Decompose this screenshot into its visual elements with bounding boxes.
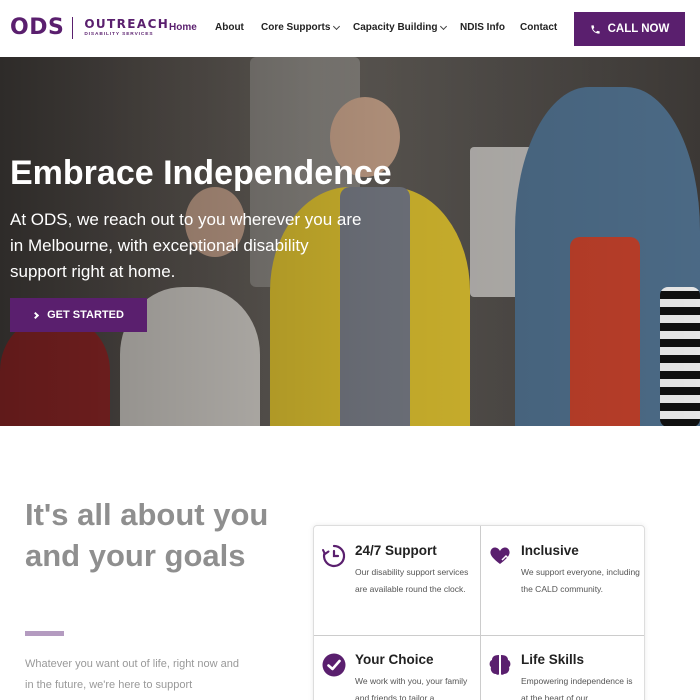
nav-item-label: Capacity Building bbox=[353, 22, 438, 33]
clock-icon bbox=[322, 544, 346, 568]
feature-text: We work with you, your family and friend… bbox=[355, 676, 468, 700]
chevron-right-icon bbox=[32, 311, 40, 319]
logo[interactable]: ODS OUTREACH DISABILITY SERVICES bbox=[10, 15, 169, 40]
get-started-button[interactable]: GET STARTED bbox=[10, 298, 147, 332]
feature-title: 24/7 Support bbox=[355, 543, 437, 558]
feature-text: Empowering independence is at the heart … bbox=[521, 676, 633, 700]
features-grid: 24/7 Support Our disability support serv… bbox=[313, 525, 645, 700]
feature-text: We support everyone, including the CALD … bbox=[521, 567, 640, 594]
logo-name: OUTREACH bbox=[84, 16, 170, 31]
nav-item-label: Contact bbox=[520, 22, 558, 33]
call-now-label: CALL NOW bbox=[607, 23, 670, 35]
chevron-down-icon bbox=[440, 22, 448, 30]
nav-item-label: NDIS Info bbox=[460, 22, 505, 33]
hero-title: Embrace Independence bbox=[10, 154, 392, 192]
feature-title: Inclusive bbox=[521, 543, 579, 558]
about-heading: It's all about you and your goals bbox=[25, 497, 269, 573]
nav-item-capacity-building[interactable]: Capacity Building bbox=[353, 22, 448, 33]
logo-short-name: ODS bbox=[10, 15, 65, 40]
phone-icon bbox=[590, 24, 600, 34]
logo-tagline: DISABILITY SERVICES bbox=[84, 31, 154, 37]
nav-item-label: About bbox=[215, 22, 244, 33]
brain-icon bbox=[489, 655, 511, 675]
nav-item-about[interactable]: About bbox=[215, 22, 244, 33]
nav-item-label: Core Supports bbox=[261, 22, 331, 33]
site-header: ODS OUTREACH DISABILITY SERVICES Home Ab… bbox=[0, 0, 700, 57]
nav-item-contact[interactable]: Contact bbox=[520, 22, 557, 33]
hero-section: Embrace Independence At ODS, we reach ou… bbox=[0, 57, 700, 426]
check-circle-icon bbox=[322, 653, 346, 677]
about-text: Whatever you want out of life, right now… bbox=[25, 658, 240, 691]
grid-divider-horizontal bbox=[314, 635, 644, 636]
grid-divider-vertical bbox=[480, 526, 481, 700]
get-started-label: GET STARTED bbox=[47, 309, 124, 321]
hero-description: At ODS, we reach out to you wherever you… bbox=[10, 210, 362, 281]
feature-title: Your Choice bbox=[355, 652, 434, 667]
logo-divider bbox=[72, 16, 74, 39]
chevron-down-icon bbox=[333, 22, 341, 30]
feature-text: Our disability support services are avai… bbox=[355, 567, 469, 594]
nav-item-home[interactable]: Home bbox=[169, 22, 197, 33]
feature-title: Life Skills bbox=[521, 652, 585, 667]
heading-underline bbox=[25, 631, 64, 636]
heart-hand-icon bbox=[490, 547, 510, 564]
nav-item-label: Home bbox=[169, 22, 197, 33]
nav-item-core-supports[interactable]: Core Supports bbox=[261, 22, 341, 33]
logo-text: OUTREACH DISABILITY SERVICES bbox=[84, 16, 170, 38]
call-now-button[interactable]: CALL NOW bbox=[574, 12, 685, 46]
nav-item-ndis-info[interactable]: NDIS Info bbox=[460, 22, 505, 33]
